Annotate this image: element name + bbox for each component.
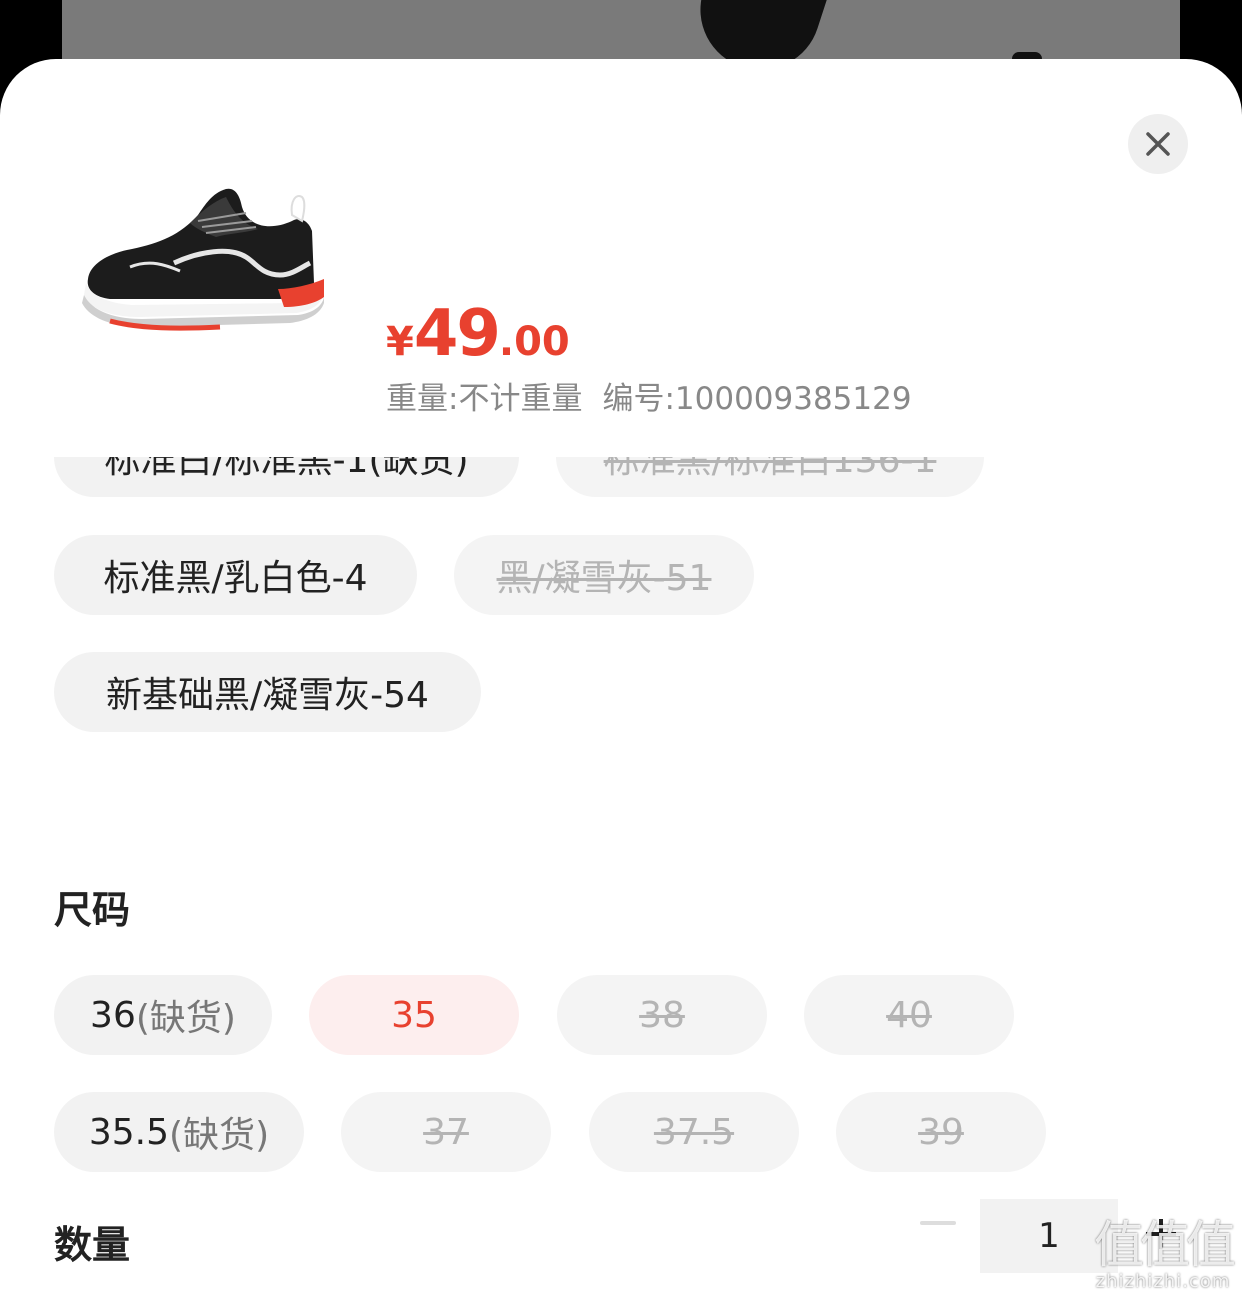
product-weight: 重量:不计重量	[386, 381, 583, 417]
quantity-value: 1	[1038, 1216, 1060, 1256]
size-option-label: 39	[918, 1111, 964, 1153]
color-option-label: 标准白/标准黑-1(缺货)	[104, 457, 469, 481]
color-option-label: 黑/凝雪灰-51	[496, 558, 712, 599]
watermark-text: 值值值	[1094, 1216, 1236, 1274]
size-option-disabled[interactable]: 40	[804, 975, 1014, 1055]
product-thumbnail[interactable]	[70, 171, 360, 416]
color-option-label: 新基础黑/凝雪灰-54	[106, 675, 429, 716]
size-option-out-of-stock[interactable]: 36 (缺货)	[54, 975, 272, 1055]
color-option-disabled[interactable]: 标准黑/标准白136-1	[556, 457, 984, 497]
close-button[interactable]	[1128, 114, 1188, 174]
out-of-stock-label: (缺货)	[169, 1115, 270, 1156]
color-option-label: 标准黑/乳白色-4	[103, 558, 368, 599]
color-option[interactable]: 标准黑/乳白色-4	[54, 535, 417, 615]
size-option-label: 37	[423, 1111, 469, 1153]
product-sku: 编号:100009385129	[602, 381, 912, 417]
price-currency: ¥	[386, 319, 414, 365]
watermark-logo: 值值值 zhizhizhi.com	[1094, 1216, 1236, 1292]
size-option-out-of-stock[interactable]: 35.5 (缺货)	[54, 1092, 304, 1172]
minus-icon[interactable]	[920, 1221, 956, 1225]
sku-selection-sheet: ¥49.00 重量:不计重量 编号:100009385129 标准白/标准黑-1(…	[0, 59, 1242, 1300]
size-option-label: 35.5	[88, 1111, 170, 1153]
shoe-image	[82, 188, 324, 331]
options-scroll-area[interactable]: 标准白/标准黑-1(缺货) 标准黑/标准白136-1 标准黑/乳白色-4 黑/凝…	[0, 457, 1242, 1300]
size-option-label: 38	[639, 994, 685, 1036]
size-option-label: 37.5	[653, 1111, 735, 1153]
color-option[interactable]: 标准白/标准黑-1(缺货)	[54, 457, 519, 497]
product-price: ¥49.00	[386, 297, 570, 371]
price-decimal: .00	[498, 319, 570, 365]
out-of-stock-label: (缺货)	[135, 998, 236, 1039]
size-option-label: 40	[886, 994, 932, 1036]
quantity-title: 数量	[54, 1223, 131, 1267]
color-option-disabled[interactable]: 黑/凝雪灰-51	[454, 535, 754, 615]
size-section-title: 尺码	[54, 888, 131, 932]
size-option-label: 36	[90, 994, 136, 1036]
size-option-disabled[interactable]: 37	[341, 1092, 551, 1172]
size-option-disabled[interactable]: 39	[836, 1092, 1046, 1172]
color-option[interactable]: 新基础黑/凝雪灰-54	[54, 652, 481, 732]
watermark-url: zhizhizhi.com	[1095, 1271, 1231, 1292]
price-integer: 49	[413, 297, 501, 371]
size-option-disabled[interactable]: 37.5	[589, 1092, 799, 1172]
color-option-label: 标准黑/标准白136-1	[603, 457, 937, 481]
close-icon	[1146, 132, 1170, 156]
size-option-selected[interactable]: 35	[309, 975, 519, 1055]
size-option-label: 35	[391, 994, 437, 1036]
product-meta: 重量:不计重量 编号:100009385129	[386, 373, 912, 418]
size-option-disabled[interactable]: 38	[557, 975, 767, 1055]
